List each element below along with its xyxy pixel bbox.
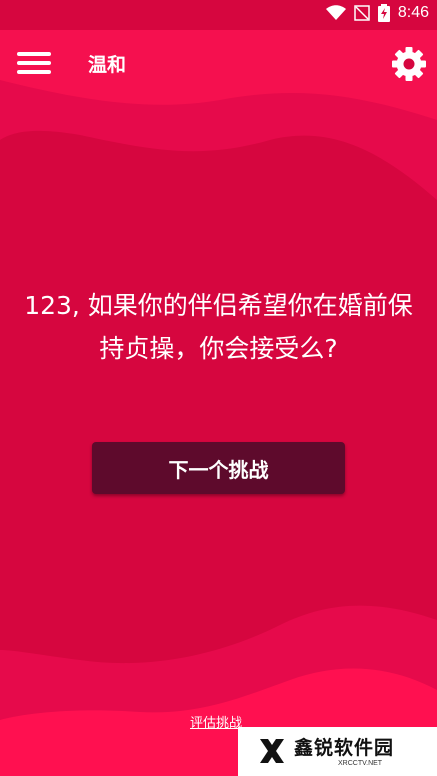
watermark-subtitle: XRCCTV.NET	[338, 760, 383, 767]
status-bar: 8:46	[0, 0, 437, 30]
gear-icon	[392, 47, 426, 81]
wifi-icon	[325, 5, 346, 20]
background-waves	[0, 0, 437, 776]
status-time: 8:46	[397, 4, 429, 21]
signal-off-icon	[354, 5, 370, 21]
battery-charging-icon	[377, 4, 390, 22]
app-bar: 温和	[0, 30, 437, 94]
watermark: 鑫锐软件园 XRCCTV.NET	[238, 727, 437, 776]
menu-button[interactable]	[14, 47, 54, 79]
page-title: 温和	[88, 54, 127, 76]
menu-icon	[17, 52, 51, 56]
watermark-logo-icon	[260, 739, 284, 763]
next-challenge-button[interactable]: 下一个挑战	[92, 442, 345, 494]
settings-button[interactable]	[389, 44, 429, 84]
challenge-question: 123, 如果你的伴侣希望你在婚前保持贞操，你会接受么?	[24, 291, 413, 363]
rate-challenge-link[interactable]: 评估挑战	[190, 712, 242, 731]
watermark-title: 鑫锐软件园	[294, 737, 395, 759]
